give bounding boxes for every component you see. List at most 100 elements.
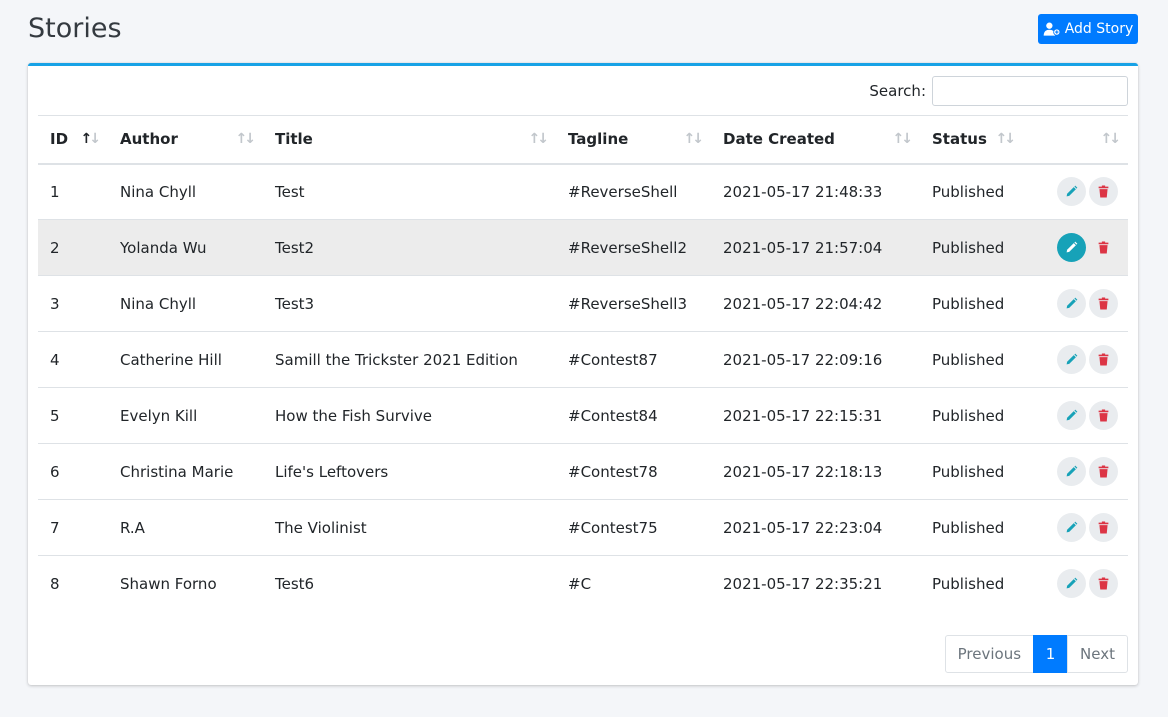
table-row[interactable]: 6 Christina Marie Life's Leftovers #Contest… — [38, 443, 1128, 500]
cell-tagline: #ReverseShell — [568, 182, 678, 201]
pencil-icon — [1066, 297, 1078, 309]
table-row[interactable]: 5 Evelyn Kill How the Fish Survive #Contest… — [38, 387, 1128, 444]
cell-tagline: #Contest87 — [556, 331, 711, 388]
delete-button[interactable] — [1089, 233, 1118, 262]
cell-status: Published — [920, 555, 1023, 612]
cell-actions — [1023, 499, 1128, 556]
delete-button[interactable] — [1089, 569, 1118, 599]
edit-button[interactable] — [1057, 289, 1086, 318]
next-page-button[interactable]: Next — [1067, 635, 1128, 673]
cell-id: 2 — [38, 219, 108, 276]
page-title: Stories — [28, 13, 122, 44]
cell-id: 5 — [38, 387, 108, 444]
table-row[interactable]: 7 R.A The Violinist #Contest75 2021-05-17 22… — [38, 499, 1128, 556]
cell-actions — [1023, 164, 1128, 220]
pencil-icon — [1066, 241, 1078, 253]
cell-actions — [1023, 219, 1128, 276]
column-header-actions[interactable]: ↑↓ — [1023, 115, 1128, 165]
column-header-label: ID — [50, 130, 69, 149]
cell-status: Published — [920, 331, 1023, 388]
column-header-author[interactable]: Author ↑↓ — [108, 115, 263, 165]
table-row[interactable]: 3 Nina Chyll Test3 #ReverseShell3 2021-05-17… — [38, 275, 1128, 332]
cell-date: 2021-05-17 22:04:42 — [711, 275, 920, 332]
column-header-title[interactable]: Title ↑↓ — [263, 115, 556, 165]
delete-button[interactable] — [1089, 345, 1118, 374]
edit-button[interactable] — [1057, 569, 1086, 599]
sort-arrows-icon: ↑↓ — [1100, 131, 1121, 148]
cell-actions — [1023, 443, 1128, 500]
column-header-label: Author — [120, 130, 178, 149]
page-1-button[interactable]: 1 — [1033, 635, 1069, 673]
delete-button[interactable] — [1089, 401, 1118, 430]
column-header-id[interactable]: ID ↑↓ — [38, 115, 108, 165]
delete-button[interactable] — [1089, 513, 1118, 542]
table-row[interactable]: 2 Yolanda Wu Test2 #ReverseShell2 2021-05-17… — [38, 219, 1128, 276]
edit-button[interactable] — [1057, 457, 1086, 486]
sort-arrows-icon: ↑↓ — [683, 131, 704, 148]
cell-author: Catherine Hill — [108, 331, 263, 388]
cell-id: 1 — [50, 182, 60, 201]
trash-icon — [1098, 465, 1109, 478]
cell-tagline: #Contest78 — [556, 443, 711, 500]
cell-author: Evelyn Kill — [108, 387, 263, 444]
column-header-tagline[interactable]: Tagline ↑↓ — [556, 115, 711, 165]
delete-button[interactable] — [1089, 457, 1118, 486]
search-label: Search: — [869, 82, 926, 100]
table-row[interactable]: 8 Shawn Forno Test6 #C 2021-05-17 22:35:21 Pu… — [38, 555, 1128, 612]
edit-button[interactable] — [1057, 345, 1086, 374]
previous-page-button[interactable]: Previous — [944, 635, 1035, 673]
trash-icon — [1098, 353, 1109, 366]
cell-status: Published — [920, 275, 1023, 332]
add-story-button[interactable]: Add Story — [1038, 14, 1138, 44]
edit-button[interactable] — [1057, 177, 1086, 207]
sort-arrows-icon: ↑↓ — [235, 131, 256, 148]
trash-icon — [1098, 297, 1109, 310]
cell-actions — [1023, 387, 1128, 444]
trash-icon — [1098, 409, 1109, 422]
stories-card: Search: ID ↑↓ Author ↑↓ Title ↑↓ Tagline ↑↓ Date… — [28, 63, 1138, 685]
cell-title: Test6 — [263, 555, 556, 612]
cell-title: Test3 — [263, 275, 556, 332]
trash-icon — [1098, 185, 1109, 198]
column-header-status[interactable]: Status ↑↓ — [920, 115, 1023, 165]
cell-title: How the Fish Survive — [263, 387, 556, 444]
column-header-date-created[interactable]: Date Created ↑↓ — [711, 115, 920, 165]
column-header-label: Date Created — [723, 130, 835, 149]
column-header-label: Tagline — [568, 130, 629, 149]
cell-title: Test2 — [263, 219, 556, 276]
cell-actions — [1023, 555, 1128, 612]
cell-date: 2021-05-17 21:48:33 — [723, 182, 883, 201]
delete-button[interactable] — [1089, 289, 1118, 318]
pencil-icon — [1066, 521, 1078, 533]
pencil-icon — [1066, 465, 1078, 477]
cell-status: Published — [920, 499, 1023, 556]
table-row[interactable]: 1 Nina Chyll Test #ReverseShell 2021-05-17 2… — [38, 164, 1128, 220]
cell-tagline: #ReverseShell2 — [556, 219, 711, 276]
cell-id: 3 — [38, 275, 108, 332]
pencil-icon — [1066, 185, 1078, 197]
table-row[interactable]: 4 Catherine Hill Samill the Trickster 2021… — [38, 331, 1128, 388]
edit-button[interactable] — [1057, 401, 1086, 430]
cell-id: 8 — [38, 555, 108, 612]
pencil-icon — [1066, 577, 1078, 589]
cell-date: 2021-05-17 22:23:04 — [711, 499, 920, 556]
cell-status: Published — [920, 219, 1023, 276]
cell-status: Published — [920, 387, 1023, 444]
pencil-icon — [1066, 353, 1078, 365]
user-plus-icon — [1043, 22, 1061, 36]
trash-icon — [1098, 521, 1109, 534]
cell-id: 7 — [38, 499, 108, 556]
cell-author: Christina Marie — [108, 443, 263, 500]
edit-button[interactable] — [1057, 233, 1086, 262]
sort-arrows-icon: ↑↓ — [528, 131, 549, 148]
delete-button[interactable] — [1089, 177, 1118, 207]
cell-date: 2021-05-17 21:57:04 — [711, 219, 920, 276]
cell-title: The Violinist — [263, 499, 556, 556]
cell-author: Yolanda Wu — [108, 219, 263, 276]
sort-arrows-icon: ↑↓ — [995, 131, 1016, 148]
cell-tagline: #C — [556, 555, 711, 612]
search-input[interactable] — [932, 76, 1128, 106]
pagination: Previous 1 Next — [944, 635, 1128, 673]
edit-button[interactable] — [1057, 513, 1086, 542]
pencil-icon — [1066, 409, 1078, 421]
